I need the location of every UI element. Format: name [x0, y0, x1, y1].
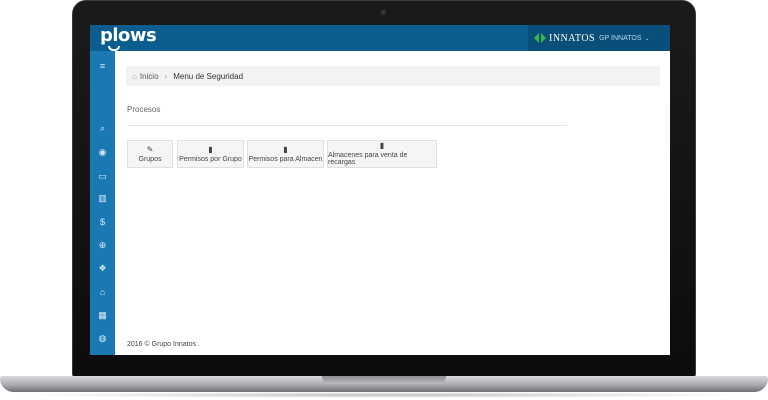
- breadcrumb-separator: ›: [164, 71, 168, 81]
- eye-icon[interactable]: ◉: [90, 145, 115, 159]
- book-icon: ▮: [208, 144, 213, 154]
- brand-chevrons-icon: [534, 33, 546, 43]
- permisos-por-grupo-label: Permisos por Grupo: [179, 155, 242, 163]
- breadcrumb-current: Menu de Seguridad: [173, 71, 244, 81]
- barcode-icon[interactable]: ▥: [90, 191, 115, 205]
- sidebar: ≡ ⌕ ◉ ▭ ▥ $ ⊕ ❖ ⌂ ▦ ◍ ⛟: [90, 51, 115, 355]
- section-divider: [127, 125, 567, 126]
- book-icon: ▮: [283, 144, 288, 154]
- user-menu[interactable]: INNATOS GP INNATOS ⌄: [528, 25, 670, 51]
- laptop-shadow: [12, 392, 756, 398]
- footer-copyright: 2016 © Grupo Innatos .: [127, 341, 200, 348]
- permisos-para-almacen-button[interactable]: ▮ Permisos para Almacen: [247, 140, 324, 168]
- top-navbar: plows INNATOS GP INNATOS ⌄: [90, 25, 670, 51]
- user-name: GP INNATOS: [599, 34, 642, 42]
- grupos-label: Grupos: [138, 155, 162, 163]
- book-icon: ▮: [379, 141, 385, 150]
- chevron-down-icon: ⌄: [644, 35, 650, 42]
- almacenes-venta-recargas-button[interactable]: ▮ Almacenes para venta de recargas: [327, 140, 437, 168]
- grupos-button[interactable]: ✎ Grupos: [127, 140, 173, 168]
- folder-icon[interactable]: ▭: [90, 169, 115, 183]
- dollar-icon[interactable]: $: [90, 215, 115, 229]
- home-icon[interactable]: ⌂: [132, 72, 137, 81]
- edit-icon: ✎: [146, 144, 154, 154]
- almacenes-venta-recargas-label: Almacenes para venta de recargas: [328, 152, 408, 166]
- laptop-notch: [322, 376, 446, 384]
- globe-icon[interactable]: ◍: [90, 331, 115, 345]
- search-icon[interactable]: ⌕: [90, 121, 115, 135]
- permisos-para-almacen-label: Permisos para Almacen: [248, 155, 323, 163]
- bank-icon[interactable]: ⌂: [90, 285, 115, 299]
- breadcrumb: ⌂ Inicio › Menu de Seguridad: [126, 66, 660, 86]
- brand-name: INNATOS: [549, 32, 596, 44]
- permisos-por-grupo-button[interactable]: ▮ Permisos por Grupo: [177, 140, 244, 168]
- camera-icon: [380, 9, 388, 17]
- lifesaver-icon[interactable]: ⊕: [90, 238, 115, 252]
- cubes-icon[interactable]: ❖: [90, 261, 115, 275]
- app-logo[interactable]: plows: [100, 25, 157, 46]
- calculator-icon[interactable]: ▦: [90, 308, 115, 322]
- section-title: Procesos: [127, 105, 161, 114]
- breadcrumb-home-link[interactable]: Inicio: [140, 72, 159, 81]
- cart-icon[interactable]: ⛟: [90, 354, 115, 355]
- app-screen: plows INNATOS GP INNATOS ⌄ ≡ ⌕ ◉ ▭ ▥ $ ⊕…: [90, 25, 670, 355]
- menu-icon[interactable]: ≡: [90, 59, 115, 73]
